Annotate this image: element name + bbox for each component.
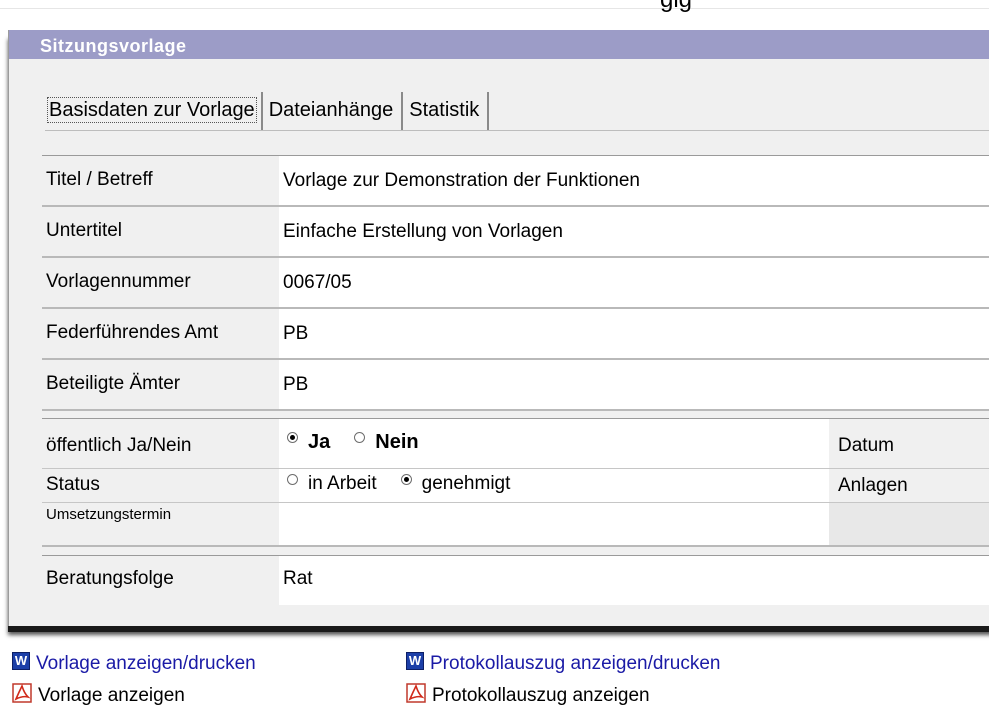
panel-title: Sitzungsvorlage xyxy=(40,36,187,56)
tab-basisdaten-label: Basisdaten zur Vorlage xyxy=(47,97,257,123)
top-divider xyxy=(0,8,989,9)
protokoll-drucken-text: Protokollauszug anzeigen/drucken xyxy=(430,653,721,674)
vorlage-pdf-link[interactable]: Vorlage anzeigen xyxy=(12,683,185,707)
tab-dateianhaenge-label: Dateianhänge xyxy=(268,99,394,121)
radio-genehmigt[interactable]: genehmigt xyxy=(400,473,511,495)
titel-field[interactable]: Vorlage zur Demonstration der Funktionen xyxy=(279,156,989,205)
row-federfuehrendes-amt: Federführendes Amt PB xyxy=(42,309,989,360)
radio-genehmigt-label: genehmigt xyxy=(421,473,511,494)
status-radio-group: in Arbeit genehmigt xyxy=(287,473,534,495)
beteiligte-aemter-value: PB xyxy=(283,374,309,395)
row-umsetzungstermin: Umsetzungstermin xyxy=(42,503,989,547)
oeffentlich-cell: Ja Nein xyxy=(279,419,829,468)
section-gap xyxy=(42,411,989,419)
radio-nein-circle[interactable] xyxy=(354,432,366,443)
umsetzungstermin-field[interactable] xyxy=(279,503,829,545)
umsetzungstermin-label: Umsetzungstermin xyxy=(46,506,172,523)
row-status: Status in Arbeit genehmigt Anlagen xyxy=(42,469,989,503)
beratungsfolge-field[interactable]: Rat xyxy=(279,556,989,605)
panel-header: Sitzungsvorlage xyxy=(9,30,989,59)
protokoll-drucken-link[interactable]: W Protokollauszug anzeigen/drucken xyxy=(406,652,721,675)
untertitel-label: Untertitel xyxy=(46,220,123,241)
vorlagennummer-label: Vorlagennummer xyxy=(46,271,191,292)
word-document-icon: W xyxy=(12,652,30,670)
radio-ja-circle[interactable] xyxy=(287,432,298,443)
tab-bar: Basisdaten zur Vorlage Dateianhänge Stat… xyxy=(45,92,490,130)
tab-statistik-label: Statistik xyxy=(409,99,480,121)
federfuehrendes-amt-label: Federführendes Amt xyxy=(46,322,219,343)
vorlage-pdf-text: Vorlage anzeigen xyxy=(38,685,185,706)
radio-ja[interactable]: Ja xyxy=(287,431,330,454)
radio-nein[interactable]: Nein xyxy=(354,431,419,454)
beteiligte-aemter-field[interactable]: PB xyxy=(279,360,989,409)
action-links: W Vorlage anzeigen/drucken W Protokollau… xyxy=(0,640,989,727)
anlagen-label: Anlagen xyxy=(838,475,908,496)
umsetzungstermin-right-cell xyxy=(829,503,989,545)
radio-ja-label: Ja xyxy=(308,431,331,453)
beratungsfolge-value: Rat xyxy=(283,568,313,589)
pdf-document-icon xyxy=(12,683,32,703)
pdf-document-icon xyxy=(406,683,426,703)
radio-genehmigt-circle[interactable] xyxy=(400,473,412,485)
beratungsfolge-label: Beratungsfolge xyxy=(46,568,174,589)
vorlagennummer-value: 0067/05 xyxy=(283,272,352,293)
sitzungsvorlage-panel: Sitzungsvorlage Basisdaten zur Vorlage D… xyxy=(8,30,989,626)
protokoll-pdf-text: Protokollauszug anzeigen xyxy=(432,685,650,706)
titel-label: Titel / Betreff xyxy=(46,169,153,190)
tab-underline xyxy=(45,130,989,131)
tab-dateianhaenge[interactable]: Dateianhänge xyxy=(263,92,404,130)
basisdaten-form: Titel / Betreff Vorlage zur Demonstratio… xyxy=(42,155,989,605)
beteiligte-aemter-label: Beteiligte Ämter xyxy=(46,373,181,394)
protokoll-pdf-link[interactable]: Protokollauszug anzeigen xyxy=(406,683,650,707)
row-beratungsfolge: Beratungsfolge Rat xyxy=(42,555,989,605)
federfuehrendes-amt-field[interactable]: PB xyxy=(279,309,989,358)
vorlage-drucken-link[interactable]: W Vorlage anzeigen/drucken xyxy=(12,652,256,675)
tab-basisdaten[interactable]: Basisdaten zur Vorlage xyxy=(45,92,263,130)
datum-label: Datum xyxy=(838,435,894,456)
row-vorlagennummer: Vorlagennummer 0067/05 xyxy=(42,258,989,309)
federfuehrendes-amt-value: PB xyxy=(283,323,309,344)
untertitel-value: Einfache Erstellung von Vorlagen xyxy=(283,221,563,242)
tab-statistik[interactable]: Statistik xyxy=(403,92,490,130)
row-oeffentlich: öffentlich Ja/Nein Ja Nein Datum xyxy=(42,419,989,469)
oeffentlich-radio-group: Ja Nein xyxy=(287,431,443,454)
status-label: Status xyxy=(46,474,100,495)
radio-in-arbeit[interactable]: in Arbeit xyxy=(287,473,377,495)
oeffentlich-label: öffentlich Ja/Nein xyxy=(46,435,192,456)
untertitel-field[interactable]: Einfache Erstellung von Vorlagen xyxy=(279,207,989,256)
word-document-icon: W xyxy=(406,652,424,670)
radio-nein-label: Nein xyxy=(375,431,419,453)
row-beteiligte-aemter: Beteiligte Ämter PB xyxy=(42,360,989,411)
radio-in-arbeit-label: in Arbeit xyxy=(308,473,377,494)
status-cell: in Arbeit genehmigt xyxy=(279,469,829,502)
cut-off-heading: gig xyxy=(660,0,692,12)
vorlage-drucken-text: Vorlage anzeigen/drucken xyxy=(36,653,256,674)
titel-value: Vorlage zur Demonstration der Funktionen xyxy=(283,170,640,191)
row-untertitel: Untertitel Einfache Erstellung von Vorla… xyxy=(42,207,989,258)
vorlagennummer-field[interactable]: 0067/05 xyxy=(279,258,989,307)
row-titel: Titel / Betreff Vorlage zur Demonstratio… xyxy=(42,156,989,207)
radio-in-arbeit-circle[interactable] xyxy=(287,473,298,485)
